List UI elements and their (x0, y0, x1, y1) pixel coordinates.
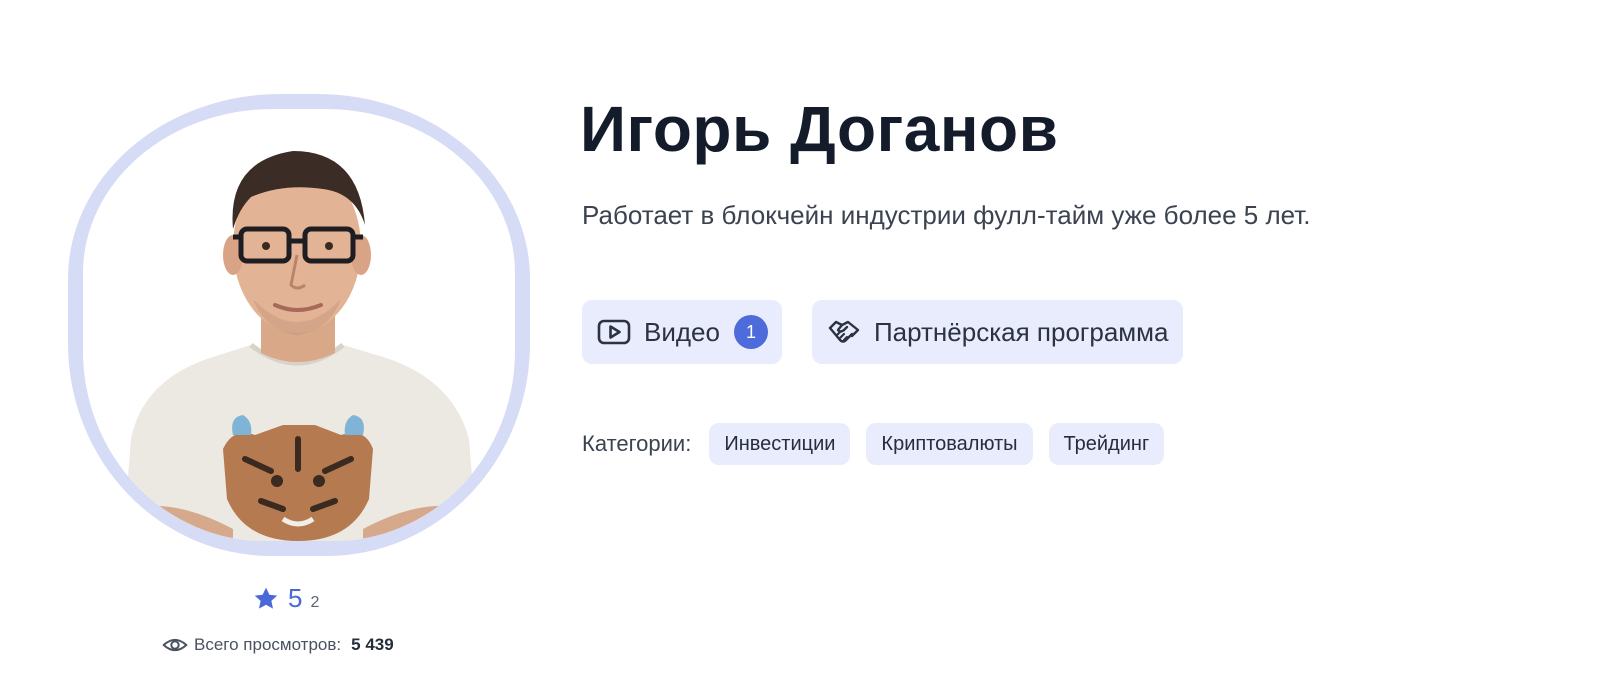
rating: 5 2 (252, 583, 319, 614)
video-button[interactable]: Видео 1 (582, 300, 782, 364)
handshake-icon (828, 320, 860, 343)
category-tag-trading[interactable]: Трейдинг (1048, 423, 1165, 465)
play-video-icon (597, 319, 631, 345)
eye-icon (162, 638, 188, 652)
partner-program-label: Партнёрская программа (873, 316, 1169, 347)
rating-count: 2 (310, 594, 320, 611)
partner-program-button[interactable]: Партнёрская программа (811, 300, 1183, 364)
views-label: Всего просмотров: (194, 635, 342, 654)
avatar (68, 94, 530, 556)
expert-name: Игорь Доганов (580, 93, 1059, 165)
category-tag-investments[interactable]: Инвестиции (709, 423, 851, 465)
categories: Категории: Инвестиции Криптовалюты Трейд… (582, 423, 1165, 465)
video-button-label: Видео (644, 316, 720, 347)
star-icon (254, 587, 278, 609)
avatar-photo (83, 109, 515, 541)
expert-bio: Работает в блокчейн индустрии фулл-тайм … (582, 200, 1311, 230)
expert-profile: 5 2 Всего просмотров: 5 439 Игорь Догано… (0, 0, 1600, 695)
action-buttons: Видео 1 Партнёрская программа (582, 300, 1183, 364)
video-count-badge: 1 (733, 315, 768, 349)
views-count: 5 439 (351, 635, 394, 654)
views-counter: Всего просмотров: 5 439 (162, 632, 394, 658)
rating-value: 5 (288, 583, 303, 613)
categories-label: Категории: (582, 431, 692, 456)
category-tag-crypto[interactable]: Криптовалюты (866, 423, 1033, 465)
